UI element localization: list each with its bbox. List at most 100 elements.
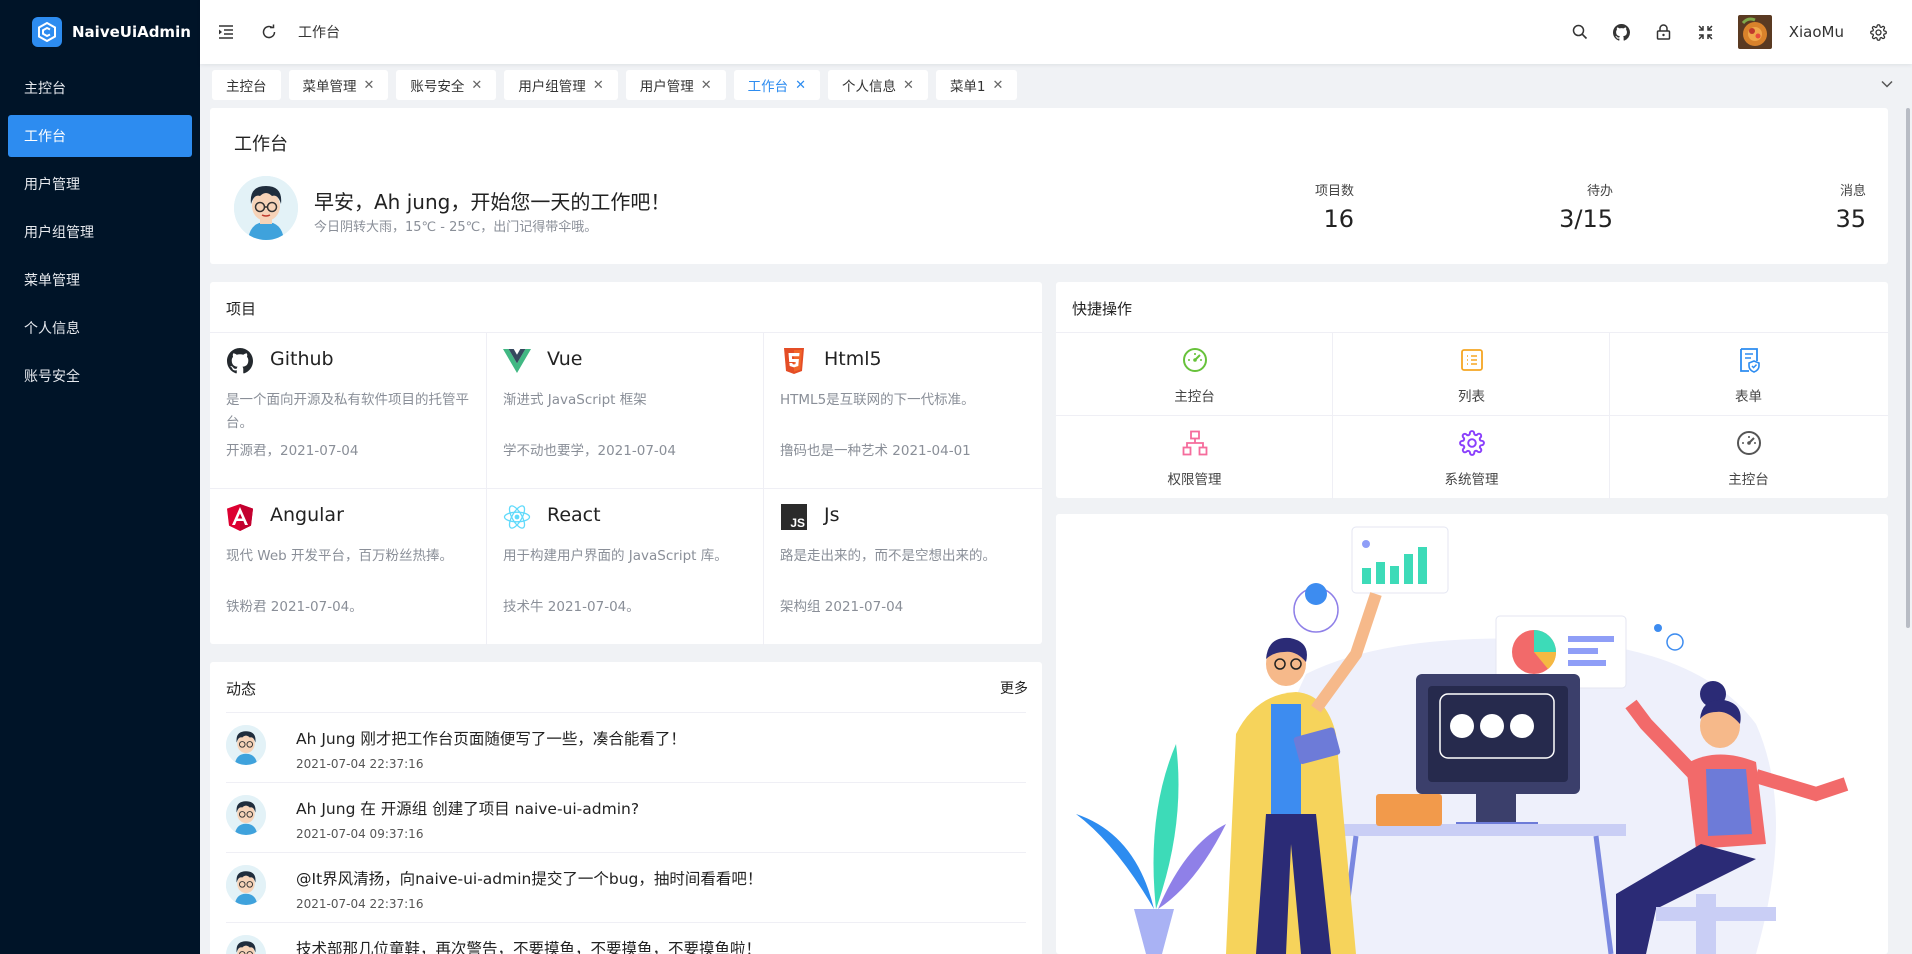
activity-text: Ah Jung 刚才把工作台页面随便写了一些，凑合能看了！ <box>296 730 686 748</box>
fullscreen-icon[interactable] <box>1696 22 1716 42</box>
app-name: NaiveUiAdmin <box>72 23 191 41</box>
activity-time: 2021-07-04 22:37:16 <box>296 757 424 771</box>
card-title: 项目 <box>226 300 257 318</box>
project-item-github[interactable]: Github 是一个面向开源及私有软件项目的托管平台。 开源君，2021-07-… <box>210 333 487 489</box>
project-name: React <box>547 504 601 526</box>
stat-value: 3/15 <box>1559 205 1613 233</box>
welcome-card: 工作台 早安，Ah jung，开始您一天的工作吧！ 今日阴转大雨，15℃ - 2… <box>210 108 1888 264</box>
tab-label: 个人信息 <box>842 79 897 95</box>
angular-icon <box>226 503 254 531</box>
project-item-html5[interactable]: Html5 HTML5是互联网的下一代标准。 撸码也是一种艺术 2021-04-… <box>764 333 1042 489</box>
avatar <box>226 865 266 905</box>
project-meta: 撸码也是一种艺术 2021-04-01 <box>780 443 971 459</box>
header-actions: XiaoMu <box>1570 0 1912 64</box>
activity-text: @It界风清扬，向naive-ui-admin提交了一个bug，抽时间看看吧！ <box>296 870 763 888</box>
username[interactable]: XiaoMu <box>1789 23 1844 41</box>
sidebar-item-user-groups[interactable]: 用户组管理 <box>8 211 192 253</box>
tab-workplace[interactable]: 工作台 ✕ <box>733 70 821 100</box>
stat-projects: 项目数 16 <box>1315 180 1354 233</box>
sidebar-item-label: 账号安全 <box>24 369 80 385</box>
greeting-text: 早安，Ah jung，开始您一天的工作吧！ <box>314 190 671 214</box>
quick-action-label: 列表 <box>1458 389 1485 405</box>
tab-menus[interactable]: 菜单管理 ✕ <box>288 70 389 100</box>
tab-menu1[interactable]: 菜单1 ✕ <box>935 70 1018 100</box>
quick-action-label: 权限管理 <box>1167 472 1222 488</box>
sidebar-item-profile[interactable]: 个人信息 <box>8 307 192 349</box>
quick-action-dashboard[interactable]: 主控台 <box>1056 333 1333 416</box>
quick-action-system[interactable]: 系统管理 <box>1333 416 1610 499</box>
sidebar-item-menus[interactable]: 菜单管理 <box>8 259 192 301</box>
project-meta: 学不动也要学，2021-07-04 <box>503 443 676 459</box>
project-name: Github <box>270 348 334 370</box>
github-icon[interactable] <box>1612 22 1632 42</box>
project-desc: 现代 Web 开发平台，百万粉丝热捧。 <box>226 548 454 564</box>
project-desc: 是一个面向开源及私有软件项目的托管平台。 <box>226 392 469 431</box>
gear-icon[interactable] <box>1868 22 1888 42</box>
refresh-icon[interactable] <box>259 22 279 42</box>
quick-action-dashboard-2[interactable]: 主控台 <box>1610 416 1888 499</box>
tabs-bar: 主控台 菜单管理 ✕ 账号安全 ✕ 用户组管理 ✕ 用户管理 ✕ 工作台 ✕ 个人信息 ✕ … <box>200 64 1912 106</box>
more-link[interactable]: 更多 <box>1000 678 1028 698</box>
close-icon[interactable]: ✕ <box>471 78 482 93</box>
close-icon[interactable]: ✕ <box>795 78 806 93</box>
stat-label: 待办 <box>1586 184 1613 199</box>
tab-label: 主控台 <box>226 79 267 95</box>
activity-text: Ah Jung 在 开源组 创建了项目 naive-ui-admin? <box>296 800 640 818</box>
project-desc: 渐进式 JavaScript 框架 <box>503 392 647 408</box>
user-avatar <box>234 176 298 240</box>
project-item-js[interactable]: JS Js 路是走出来的，而不是空想出来的。 架构组 2021-07-04 <box>764 489 1042 645</box>
tab-users[interactable]: 用户管理 ✕ <box>625 70 726 100</box>
menu-fold-icon[interactable] <box>216 22 236 42</box>
sidebar: NaiveUiAdmin 主控台 工作台 用户管理 用户组管理 菜单管理 个人信… <box>0 0 200 954</box>
quick-action-list[interactable]: 列表 <box>1333 333 1610 416</box>
close-icon[interactable]: ✕ <box>993 78 1004 93</box>
stat-messages: 消息 35 <box>1835 180 1866 233</box>
form-icon <box>1735 346 1763 374</box>
dashboard-icon <box>1181 346 1209 374</box>
project-item-vue[interactable]: Vue 渐进式 JavaScript 框架 学不动也要学，2021-07-04 <box>487 333 764 489</box>
sidebar-item-dashboard[interactable]: 主控台 <box>8 67 192 109</box>
tab-user-groups[interactable]: 用户组管理 ✕ <box>504 70 618 100</box>
activity-feed: Ah Jung 刚才把工作台页面随便写了一些，凑合能看了！ 2021-07-04… <box>226 712 1026 954</box>
breadcrumb[interactable]: 工作台 <box>298 22 340 42</box>
activity-time: 2021-07-04 09:37:16 <box>296 827 424 841</box>
project-desc: 路是走出来的，而不是空想出来的。 <box>780 548 996 564</box>
close-icon[interactable]: ✕ <box>701 78 712 93</box>
tab-label: 工作台 <box>747 79 789 95</box>
avatar[interactable] <box>1737 15 1772 49</box>
scrollbar-thumb[interactable] <box>1906 108 1910 628</box>
weather-text: 今日阴转大雨，15℃ - 25℃，出门记得带伞哦。 <box>314 220 598 235</box>
sidebar-item-users[interactable]: 用户管理 <box>8 163 192 205</box>
sidebar-menu: 主控台 工作台 用户管理 用户组管理 菜单管理 个人信息 账号安全 <box>0 67 200 397</box>
quick-action-form[interactable]: 表单 <box>1610 333 1888 416</box>
app-logo[interactable]: NaiveUiAdmin <box>0 0 200 64</box>
quick-action-permissions[interactable]: 权限管理 <box>1056 416 1333 499</box>
sidebar-item-workplace[interactable]: 工作台 <box>8 115 192 157</box>
close-icon[interactable]: ✕ <box>903 78 914 93</box>
html5-icon <box>780 347 808 375</box>
org-tree-icon <box>1181 429 1209 457</box>
react-icon <box>503 503 531 531</box>
activity-item: Ah Jung 在 开源组 创建了项目 naive-ui-admin? 2021… <box>226 783 1026 853</box>
sidebar-item-security[interactable]: 账号安全 <box>8 355 192 397</box>
tab-dashboard[interactable]: 主控台 <box>212 70 281 100</box>
tab-label: 菜单管理 <box>302 79 357 95</box>
close-icon[interactable]: ✕ <box>364 78 375 93</box>
activity-time: 2021-07-04 22:37:16 <box>296 897 424 911</box>
tab-profile[interactable]: 个人信息 ✕ <box>828 70 928 100</box>
sidebar-item-label: 个人信息 <box>24 321 80 337</box>
project-meta: 铁粉君 2021-07-04。 <box>226 599 363 615</box>
project-name: Html5 <box>824 348 882 370</box>
project-item-angular[interactable]: Angular 现代 Web 开发平台，百万粉丝热捧。 铁粉君 2021-07-… <box>210 489 487 645</box>
project-item-react[interactable]: React 用于构建用户界面的 JavaScript 库。 技术牛 2021-0… <box>487 489 764 645</box>
quick-actions-grid: 主控台 列表 表单 权限管理 系统管理 主控台 <box>1056 332 1888 499</box>
lock-icon[interactable] <box>1654 22 1674 42</box>
project-meta: 技术牛 2021-07-04。 <box>503 599 640 615</box>
sidebar-item-label: 用户组管理 <box>24 225 94 241</box>
sidebar-item-label: 工作台 <box>24 129 66 145</box>
project-grid: Github 是一个面向开源及私有软件项目的托管平台。 开源君，2021-07-… <box>210 332 1042 645</box>
close-icon[interactable]: ✕ <box>593 78 604 93</box>
search-icon[interactable] <box>1570 22 1590 42</box>
chevron-down-icon[interactable] <box>1880 77 1894 95</box>
tab-security[interactable]: 账号安全 ✕ <box>396 70 497 100</box>
